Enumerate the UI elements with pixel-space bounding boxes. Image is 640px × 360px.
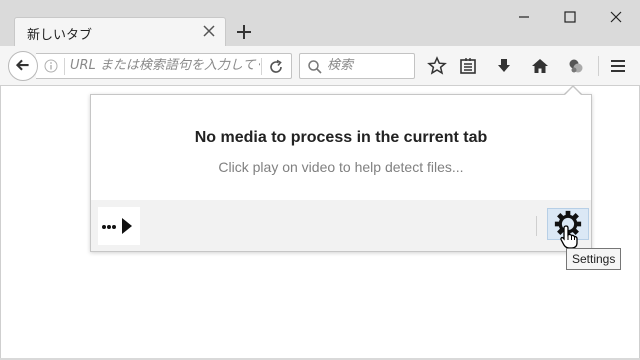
info-icon[interactable] <box>44 59 58 73</box>
search-icon <box>308 60 322 74</box>
reload-icon[interactable] <box>267 58 285 76</box>
new-tab-icon[interactable] <box>234 22 254 42</box>
popup-footer <box>91 200 591 251</box>
media-popup-panel: No media to process in the current tab C… <box>90 94 592 252</box>
back-button[interactable] <box>8 51 38 81</box>
back-icon <box>15 59 29 71</box>
url-separator <box>64 58 65 75</box>
browser-tab[interactable]: 新しいタブ <box>14 17 226 46</box>
tab-title: 新しいタブ <box>27 28 93 43</box>
url-bar[interactable] <box>36 53 292 79</box>
maximize-icon[interactable] <box>559 6 581 28</box>
more-actions-button[interactable] <box>98 207 140 245</box>
url-input[interactable] <box>70 58 260 73</box>
minimize-icon[interactable] <box>513 6 535 28</box>
download-icon[interactable] <box>494 56 514 76</box>
footer-separator <box>536 216 537 236</box>
popup-heading: No media to process in the current tab <box>194 129 488 146</box>
popup-subtext: Click play on video to help detect files… <box>218 159 464 175</box>
reading-list-icon[interactable] <box>458 56 478 76</box>
window-left-border <box>0 86 1 360</box>
close-window-icon[interactable] <box>605 6 627 28</box>
star-icon[interactable] <box>427 56 447 76</box>
more-play-icon <box>102 218 132 234</box>
navigation-bar <box>0 46 640 86</box>
settings-tooltip: Settings <box>566 248 622 270</box>
popup-arrow <box>565 87 581 95</box>
search-bar[interactable] <box>299 53 415 79</box>
hand-cursor-icon <box>560 225 578 249</box>
search-input[interactable] <box>327 58 411 73</box>
menu-icon[interactable] <box>608 56 628 76</box>
title-bar: 新しいタブ <box>0 0 640 46</box>
extension-icon[interactable] <box>566 56 586 76</box>
toolbar-separator <box>598 56 599 76</box>
home-icon[interactable] <box>530 56 550 76</box>
reload-separator <box>261 58 262 75</box>
tab-close-icon[interactable] <box>201 23 217 39</box>
